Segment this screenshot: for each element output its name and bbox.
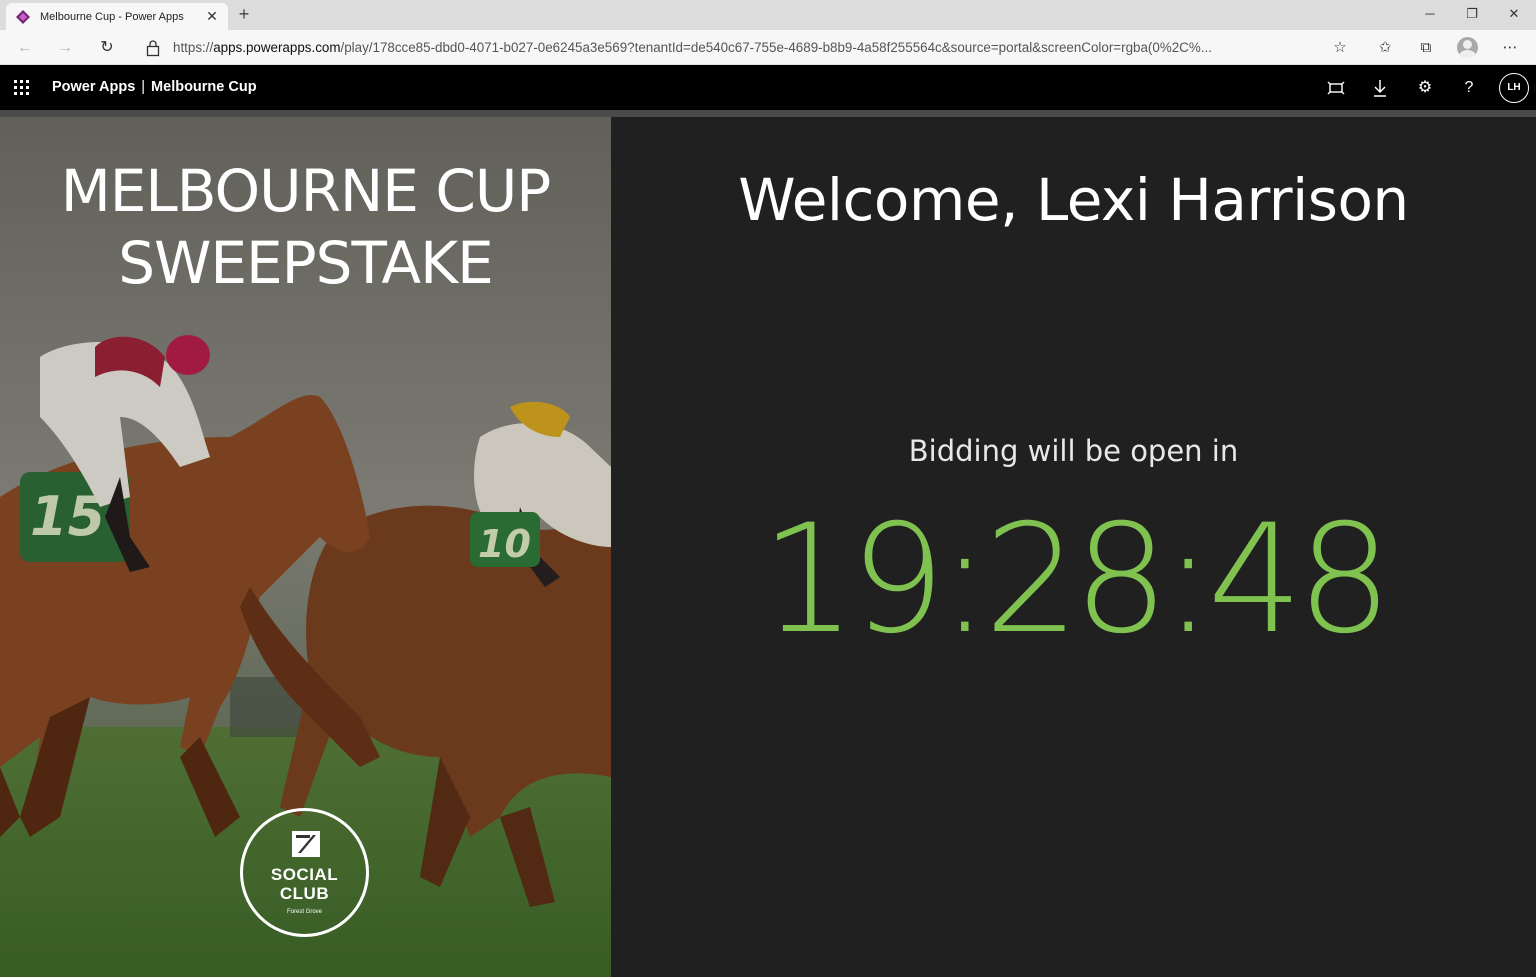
restore-icon[interactable]: ❐ [1461, 4, 1483, 24]
forward-arrow-icon[interactable]: → [54, 37, 76, 59]
logo-text-line-2: CLUB [279, 884, 330, 903]
browser-tab-strip: Melbourne Cup - Power Apps ✕ + ─ ❐ ✕ [0, 0, 1536, 30]
social-club-mark-icon [292, 831, 320, 857]
logo-text: SOCIAL CLUB [243, 865, 366, 903]
logo-subtitle: Forest Grove [286, 909, 322, 915]
fit-to-screen-icon[interactable] [1324, 76, 1348, 100]
social-club-logo: SOCIAL CLUB Forest Grove [240, 808, 369, 937]
url-field[interactable]: https://apps.powerapps.com/play/178cce85… [173, 39, 1321, 56]
welcome-panel: Welcome, Lexi Harrison Bidding will be o… [611, 117, 1536, 977]
app-breadcrumb: Power Apps | Melbourne Cup [52, 78, 257, 97]
profile-icon[interactable] [1457, 37, 1478, 58]
hero-title-line-1: MELBOURNE CUP [60, 157, 552, 225]
hero-title-line-2: SWEEPSTAKE [118, 229, 494, 297]
url-path: /play/178cce85-dbd0-4071-b027-0e6245a3e5… [340, 40, 1212, 55]
bidding-label: Bidding will be open in [908, 434, 1239, 468]
back-arrow-icon[interactable]: ← [14, 37, 36, 59]
power-apps-header: Power Apps | Melbourne Cup ⚙ ? LH [0, 65, 1536, 110]
countdown-timer: 19:28:48 [760, 493, 1393, 667]
app-title: Melbourne Cup [151, 79, 257, 95]
more-icon[interactable]: ⋯ [1498, 36, 1522, 60]
url-host: apps.powerapps.com [213, 40, 341, 55]
lock-icon [146, 40, 160, 57]
app-frame-strip [0, 110, 1536, 117]
minimize-icon[interactable]: ─ [1419, 4, 1441, 24]
tab-title: Melbourne Cup - Power Apps [40, 10, 184, 23]
window-close-icon[interactable]: ✕ [1503, 4, 1525, 24]
address-bar-row: ← → ↻ https://apps.powerapps.com/play/17… [0, 30, 1536, 65]
star-icon[interactable]: ☆ [1328, 36, 1352, 60]
user-avatar[interactable]: LH [1499, 73, 1529, 103]
tab-close-icon[interactable]: ✕ [204, 8, 220, 25]
url-scheme: https:// [173, 40, 214, 55]
breadcrumb-separator: | [141, 79, 146, 95]
welcome-heading: Welcome, Lexi Harrison [738, 166, 1409, 234]
power-apps-favicon-icon [16, 9, 30, 24]
collections-icon[interactable]: ⧉ [1414, 36, 1438, 60]
favorites-icon[interactable]: ✩ [1373, 36, 1397, 60]
browser-tab[interactable]: Melbourne Cup - Power Apps ✕ [6, 3, 228, 30]
gear-icon[interactable]: ⚙ [1413, 76, 1437, 100]
refresh-icon[interactable]: ↻ [96, 37, 118, 59]
app-launcher-icon[interactable] [14, 80, 30, 96]
hero-title: MELBOURNE CUP SWEEPSTAKE [0, 155, 611, 299]
power-apps-label[interactable]: Power Apps [52, 79, 135, 95]
download-icon[interactable] [1368, 76, 1392, 100]
hero-panel: 10 15 MELBOURNE CUP SWEEPSTAKE SOCIAL CL… [0, 117, 611, 977]
new-tab-icon[interactable]: + [234, 4, 254, 24]
help-icon[interactable]: ? [1457, 76, 1481, 100]
logo-text-line-1: SOCIAL [270, 865, 339, 884]
